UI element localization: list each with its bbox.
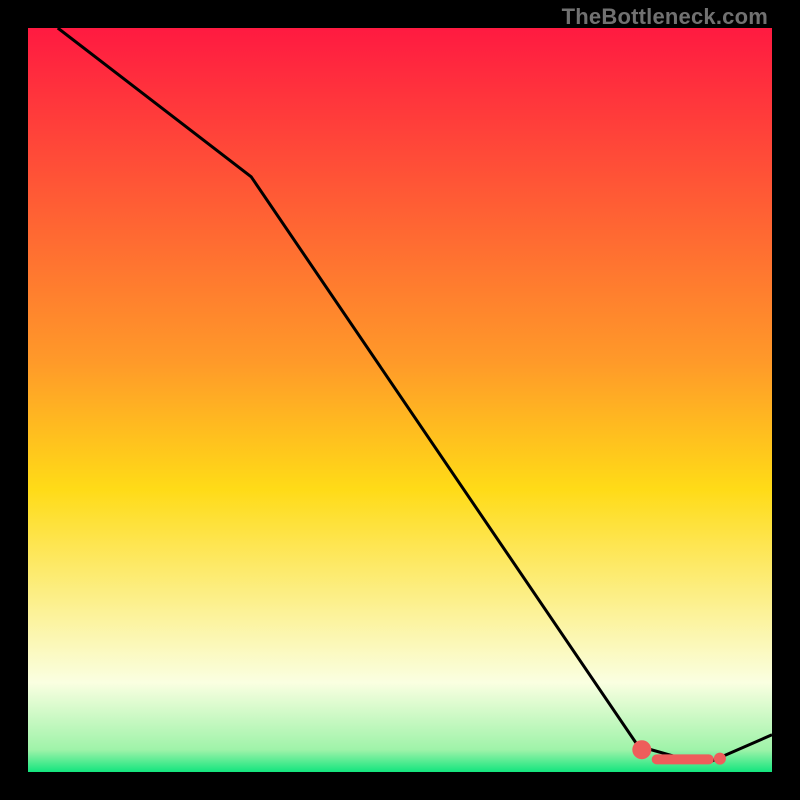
plot-area: [28, 28, 772, 772]
watermark-text: TheBottleneck.com: [562, 4, 768, 30]
gradient-background: [28, 28, 772, 772]
chart-frame: TheBottleneck.com: [0, 0, 800, 800]
